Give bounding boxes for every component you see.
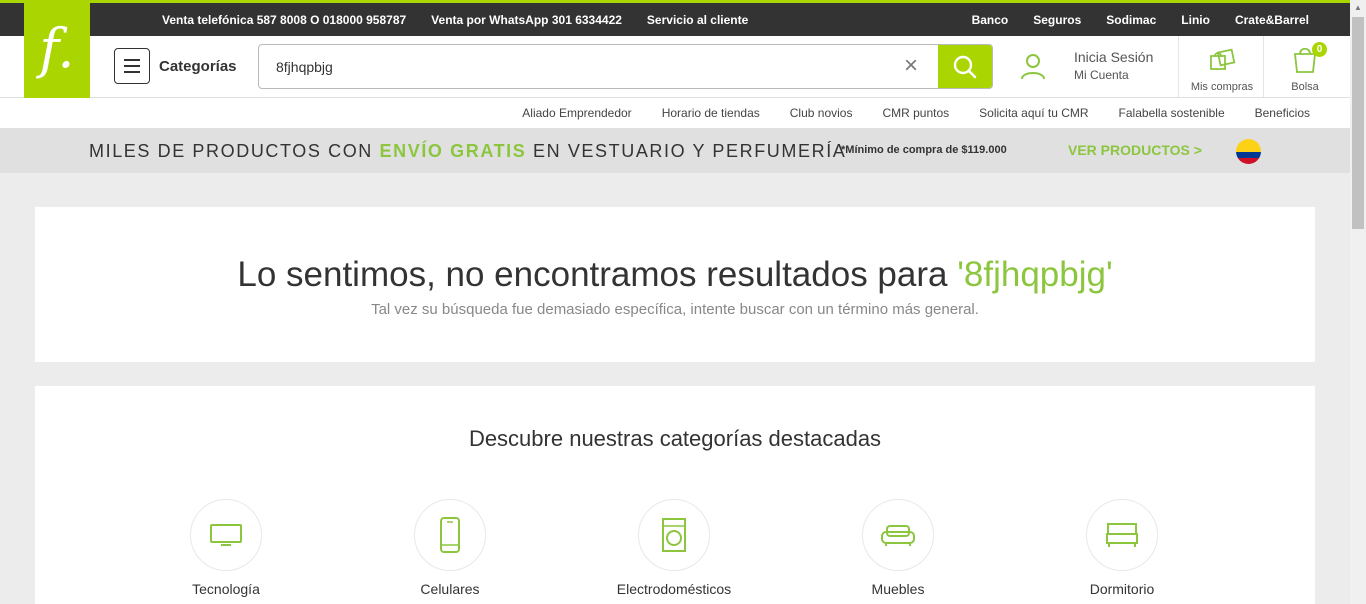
sodimac-link[interactable]: Sodimac [1106, 13, 1156, 27]
scrollbar-thumb[interactable] [1352, 17, 1364, 229]
featured-categories-title: Descubre nuestras categorías destacadas [468, 426, 882, 451]
seguros-link[interactable]: Seguros [1033, 13, 1081, 27]
featured-categories-card: Descubre nuestras categorías destacadas … [35, 386, 1315, 604]
category-tecnologia[interactable]: Tecnología [146, 499, 306, 597]
category-electrodomesticos[interactable]: Electrodomésticos [594, 499, 754, 597]
nav-aliado-emprendedor[interactable]: Aliado Emprendedor [522, 106, 631, 120]
vertical-scrollbar[interactable]: ▲ [1350, 0, 1366, 604]
nav-horario-tiendas[interactable]: Horario de tiendas [662, 106, 760, 120]
promo-banner: MILES DE PRODUCTOS CON ENVÍO GRATIS EN V… [0, 128, 1350, 173]
linio-link[interactable]: Linio [1181, 13, 1210, 27]
category-circle [638, 499, 710, 571]
tv-icon [210, 524, 242, 546]
no-results-card: Lo sentimos, no encontramos resultados p… [35, 207, 1315, 362]
divider [1263, 36, 1264, 97]
colombia-flag-icon[interactable] [1236, 139, 1261, 164]
washer-icon [662, 518, 686, 552]
divider [1178, 36, 1179, 97]
cart-label: Bolsa [1291, 81, 1319, 93]
crate-barrel-link[interactable]: Crate&Barrel [1235, 13, 1309, 27]
category-muebles[interactable]: Muebles [818, 499, 978, 597]
category-circle [1086, 499, 1158, 571]
category-dormitorio[interactable]: Dormitorio [1042, 499, 1202, 597]
my-account-label: Mi Cuenta [1074, 68, 1129, 82]
user-icon[interactable] [1020, 53, 1046, 81]
nav-falabella-sostenible[interactable]: Falabella sostenible [1119, 106, 1225, 120]
category-celulares[interactable]: Celulares [370, 499, 530, 597]
no-results-title: Lo sentimos, no encontramos resultados p… [237, 255, 1113, 294]
top-bar-right-links: Banco Seguros Sodimac Linio Crate&Barrel [972, 3, 1309, 36]
falabella-logo[interactable]: f. [24, 0, 90, 98]
my-purchases-button[interactable]: Mis compras [1180, 44, 1264, 93]
category-circle [414, 499, 486, 571]
category-circle [862, 499, 934, 571]
my-purchases-label: Mis compras [1190, 81, 1254, 93]
main-header: Categorías × Inicia Sesión Mi Cuenta Mis… [0, 36, 1350, 98]
promo-minimum: *Mínimo de compra de $119.000 [841, 144, 1007, 156]
see-products-link[interactable]: VER PRODUCTOS > [1068, 142, 1202, 158]
search-button[interactable] [938, 45, 992, 88]
nav-cmr-puntos[interactable]: CMR puntos [882, 106, 949, 120]
banco-link[interactable]: Banco [972, 13, 1009, 27]
menu-button[interactable] [114, 48, 150, 84]
search-query: '8fjhqpbjg' [957, 255, 1113, 294]
no-results-subtitle: Tal vez su búsqueda fue demasiado especí… [371, 301, 979, 318]
secondary-nav-links: Aliado Emprendedor Horario de tiendas Cl… [522, 98, 1310, 128]
search-box: × [258, 44, 993, 89]
login-label: Inicia Sesión [1074, 49, 1154, 65]
shopping-bags-icon [1210, 48, 1236, 70]
nav-club-novios[interactable]: Club novios [790, 106, 853, 120]
phone-icon [440, 517, 460, 553]
scroll-up-icon[interactable]: ▲ [1350, 0, 1366, 16]
top-bar-left-links: Venta telefónica 587 8008 O 018000 95878… [162, 3, 748, 36]
customer-service-link[interactable]: Servicio al cliente [647, 13, 748, 27]
hamburger-icon [124, 59, 140, 61]
cart-icon-wrap: 0 [1291, 42, 1327, 79]
login-link[interactable]: Inicia Sesión Mi Cuenta [1074, 49, 1153, 82]
bed-icon [1106, 523, 1138, 547]
category-circle [190, 499, 262, 571]
category-name: Celulares [420, 581, 480, 597]
top-bar: Venta telefónica 587 8008 O 018000 95878… [0, 3, 1350, 36]
category-name: Electrodomésticos [616, 581, 732, 597]
category-name: Tecnología [192, 581, 260, 597]
sofa-icon [881, 525, 915, 546]
cart-button[interactable]: 0 Bolsa [1265, 42, 1345, 93]
categories-label[interactable]: Categorías [159, 58, 237, 75]
cart-count-badge: 0 [1312, 42, 1327, 57]
category-name: Dormitorio [1089, 581, 1155, 597]
nav-beneficios[interactable]: Beneficios [1255, 106, 1310, 120]
phone-sales-link[interactable]: Venta telefónica 587 8008 O 018000 95878… [162, 13, 406, 27]
whatsapp-sales-link[interactable]: Venta por WhatsApp 301 6334422 [431, 13, 622, 27]
secondary-nav: Aliado Emprendedor Horario de tiendas Cl… [0, 98, 1350, 128]
promo-highlight: ENVÍO GRATIS [379, 141, 527, 161]
search-icon [953, 55, 977, 78]
logo-mark: f. [39, 17, 75, 80]
search-input[interactable] [259, 45, 889, 88]
promo-text: MILES DE PRODUCTOS CON ENVÍO GRATIS EN V… [89, 141, 847, 161]
category-name: Muebles [871, 581, 925, 597]
nav-solicita-cmr[interactable]: Solicita aquí tu CMR [979, 106, 1088, 120]
clear-search-icon[interactable]: × [899, 54, 923, 79]
